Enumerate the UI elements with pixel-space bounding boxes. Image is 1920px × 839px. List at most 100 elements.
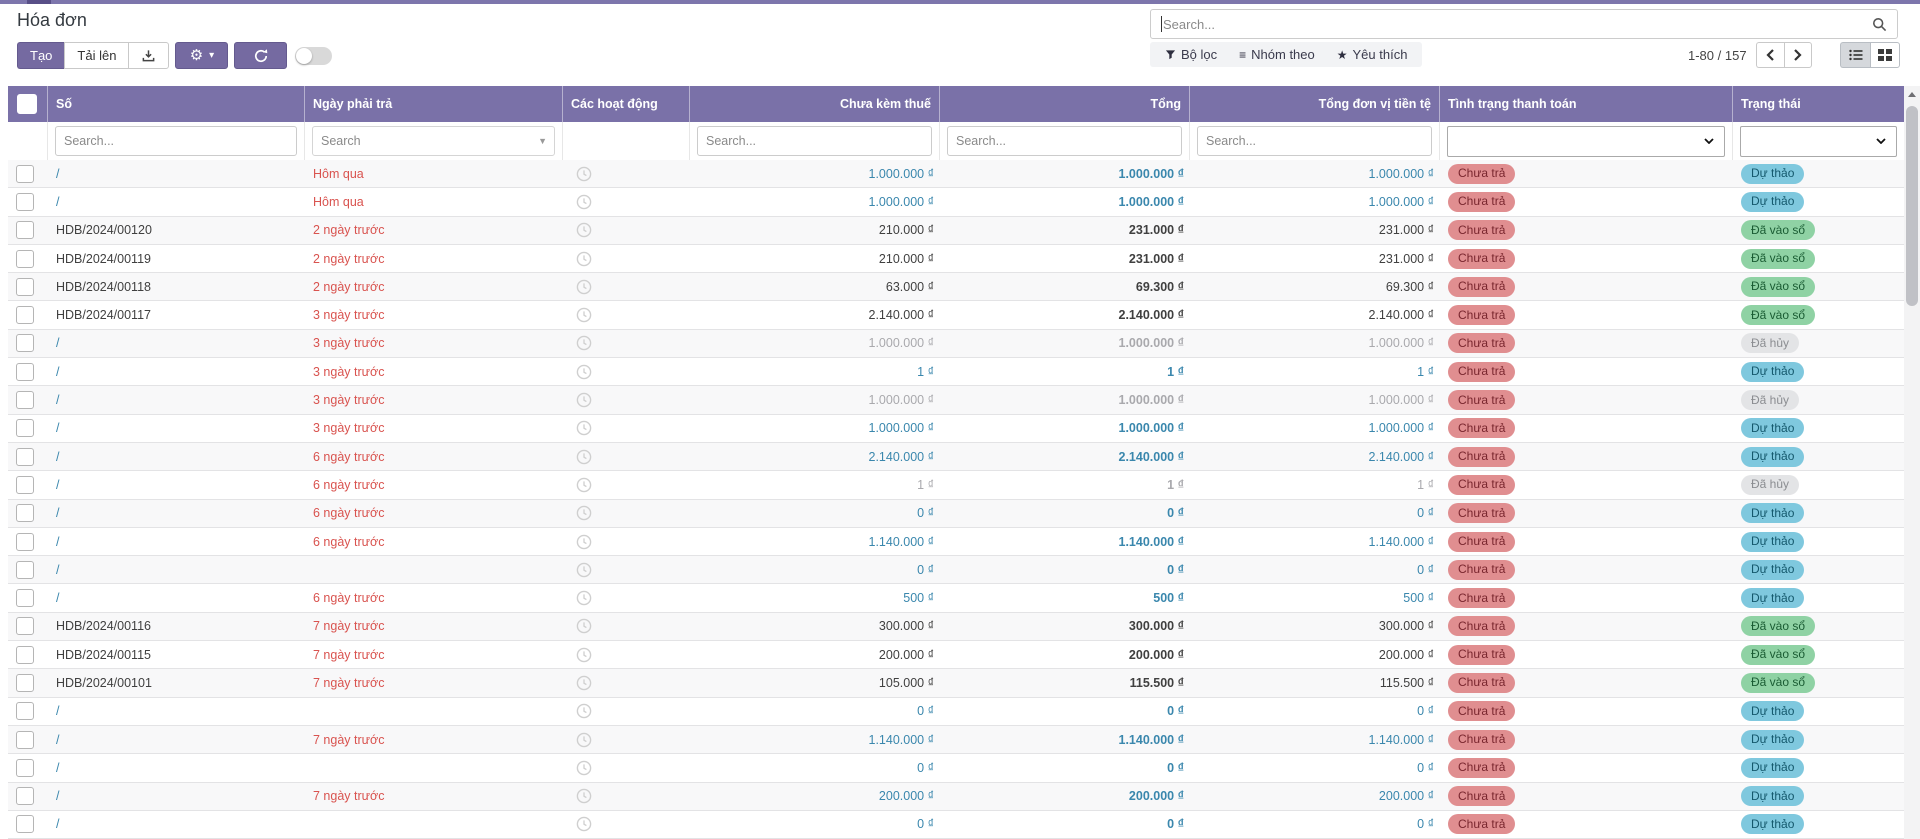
filters-button[interactable]: Bộ lọc bbox=[1154, 42, 1228, 67]
table-row[interactable]: / 0 ₫ 0 ₫ 0 ₫ Chưa trả Dự thảo bbox=[8, 811, 1904, 839]
row-checkbox[interactable] bbox=[16, 363, 34, 381]
activity-clock-icon[interactable] bbox=[576, 534, 592, 550]
activity-clock-icon[interactable] bbox=[576, 590, 592, 606]
row-checkbox[interactable] bbox=[16, 306, 34, 324]
col-header-untaxed[interactable]: Chưa kèm thuế bbox=[690, 86, 940, 122]
col-header-number[interactable]: Số bbox=[48, 86, 305, 122]
activity-clock-icon[interactable] bbox=[576, 194, 592, 210]
activity-clock-icon[interactable] bbox=[576, 675, 592, 691]
table-row[interactable]: / 3 ngày trước 1.000.000 ₫ 1.000.000 ₫ 1… bbox=[8, 386, 1904, 414]
col-header-due-date[interactable]: Ngày phải trả bbox=[305, 86, 563, 122]
activity-clock-icon[interactable] bbox=[576, 703, 592, 719]
activity-clock-icon[interactable] bbox=[576, 505, 592, 521]
activity-clock-icon[interactable] bbox=[576, 279, 592, 295]
activity-clock-icon[interactable] bbox=[576, 166, 592, 182]
activity-clock-icon[interactable] bbox=[576, 732, 592, 748]
row-checkbox[interactable] bbox=[16, 278, 34, 296]
table-row[interactable]: / 3 ngày trước 1.000.000 ₫ 1.000.000 ₫ 1… bbox=[8, 330, 1904, 358]
table-row[interactable]: HDB/2024/00101 7 ngày trước 105.000 ₫ 11… bbox=[8, 669, 1904, 697]
activity-clock-icon[interactable] bbox=[576, 760, 592, 776]
row-checkbox[interactable] bbox=[16, 419, 34, 437]
settings-dropdown-button[interactable]: ⚙ ▾ bbox=[175, 42, 228, 69]
table-row[interactable]: HDB/2024/00116 7 ngày trước 300.000 ₫ 30… bbox=[8, 613, 1904, 641]
filter-total-currency-input[interactable] bbox=[1197, 126, 1432, 156]
row-checkbox[interactable] bbox=[16, 589, 34, 607]
table-row[interactable]: / 0 ₫ 0 ₫ 0 ₫ Chưa trả Dự thảo bbox=[8, 698, 1904, 726]
select-all-checkbox[interactable] bbox=[17, 94, 37, 114]
activity-clock-icon[interactable] bbox=[576, 222, 592, 238]
pager-next-button[interactable] bbox=[1784, 42, 1812, 68]
row-checkbox[interactable] bbox=[16, 334, 34, 352]
filter-due-date-combobox[interactable]: ▼ bbox=[312, 126, 555, 156]
filter-untaxed-input[interactable] bbox=[697, 126, 932, 156]
row-checkbox[interactable] bbox=[16, 165, 34, 183]
activity-clock-icon[interactable] bbox=[576, 788, 592, 804]
row-checkbox[interactable] bbox=[16, 617, 34, 635]
activity-clock-icon[interactable] bbox=[576, 449, 592, 465]
table-row[interactable]: / 0 ₫ 0 ₫ 0 ₫ Chưa trả Dự thảo bbox=[8, 556, 1904, 584]
table-row[interactable]: / Hôm qua 1.000.000 ₫ 1.000.000 ₫ 1.000.… bbox=[8, 160, 1904, 188]
col-header-total-currency[interactable]: Tổng đơn vị tiền tệ bbox=[1190, 86, 1440, 122]
activity-clock-icon[interactable] bbox=[576, 816, 592, 832]
col-header-activities[interactable]: Các hoạt động bbox=[563, 86, 690, 122]
table-row[interactable]: HDB/2024/00119 2 ngày trước 210.000 ₫ 23… bbox=[8, 245, 1904, 273]
row-checkbox[interactable] bbox=[16, 391, 34, 409]
table-row[interactable]: / 6 ngày trước 1 ₫ 1 ₫ 1 ₫ Chưa trả Đã h… bbox=[8, 471, 1904, 499]
filter-payment-status-select[interactable] bbox=[1447, 126, 1725, 157]
table-row[interactable]: / 7 ngày trước 200.000 ₫ 200.000 ₫ 200.0… bbox=[8, 783, 1904, 811]
activity-clock-icon[interactable] bbox=[576, 618, 592, 634]
row-checkbox[interactable] bbox=[16, 476, 34, 494]
table-row[interactable]: / 3 ngày trước 1.000.000 ₫ 1.000.000 ₫ 1… bbox=[8, 415, 1904, 443]
table-row[interactable]: / 0 ₫ 0 ₫ 0 ₫ Chưa trả Dự thảo bbox=[8, 754, 1904, 782]
auto-refresh-toggle[interactable] bbox=[295, 47, 332, 65]
group-by-button[interactable]: ≡ Nhóm theo bbox=[1228, 42, 1326, 67]
table-row[interactable]: / 6 ngày trước 2.140.000 ₫ 2.140.000 ₫ 2… bbox=[8, 443, 1904, 471]
row-checkbox[interactable] bbox=[16, 646, 34, 664]
pager-previous-button[interactable] bbox=[1756, 42, 1784, 68]
search-icon[interactable] bbox=[1872, 17, 1887, 32]
activity-clock-icon[interactable] bbox=[576, 477, 592, 493]
col-header-state[interactable]: Trạng thái bbox=[1733, 86, 1904, 122]
row-checkbox[interactable] bbox=[16, 815, 34, 833]
table-row[interactable]: / 6 ngày trước 1.140.000 ₫ 1.140.000 ₫ 1… bbox=[8, 528, 1904, 556]
col-header-total[interactable]: Tổng bbox=[940, 86, 1190, 122]
row-checkbox[interactable] bbox=[16, 787, 34, 805]
row-checkbox[interactable] bbox=[16, 759, 34, 777]
list-view-button[interactable] bbox=[1840, 42, 1870, 68]
row-checkbox[interactable] bbox=[16, 561, 34, 579]
activity-clock-icon[interactable] bbox=[576, 251, 592, 267]
table-row[interactable]: / 7 ngày trước 1.140.000 ₫ 1.140.000 ₫ 1… bbox=[8, 726, 1904, 754]
filter-total-input[interactable] bbox=[947, 126, 1182, 156]
favorites-button[interactable]: ★ Yêu thích bbox=[1326, 42, 1419, 67]
row-checkbox[interactable] bbox=[16, 448, 34, 466]
activity-clock-icon[interactable] bbox=[576, 562, 592, 578]
scrollbar-up-arrow-icon[interactable] bbox=[1908, 92, 1916, 97]
table-row[interactable]: HDB/2024/00115 7 ngày trước 200.000 ₫ 20… bbox=[8, 641, 1904, 669]
table-row[interactable]: HDB/2024/00118 2 ngày trước 63.000 ₫ 69.… bbox=[8, 273, 1904, 301]
table-row[interactable]: / 6 ngày trước 0 ₫ 0 ₫ 0 ₫ Chưa trả Dự t… bbox=[8, 500, 1904, 528]
activity-clock-icon[interactable] bbox=[576, 392, 592, 408]
row-checkbox[interactable] bbox=[16, 250, 34, 268]
row-checkbox[interactable] bbox=[16, 193, 34, 211]
refresh-button[interactable] bbox=[234, 42, 287, 69]
activity-clock-icon[interactable] bbox=[576, 335, 592, 351]
table-row[interactable]: HDB/2024/00117 3 ngày trước 2.140.000 ₫ … bbox=[8, 301, 1904, 329]
row-checkbox[interactable] bbox=[16, 504, 34, 522]
scrollbar-thumb[interactable] bbox=[1906, 106, 1918, 306]
filter-state-select[interactable] bbox=[1740, 126, 1897, 157]
global-search-input[interactable]: Search... bbox=[1150, 9, 1898, 39]
kanban-view-button[interactable] bbox=[1870, 42, 1900, 68]
row-checkbox[interactable] bbox=[16, 221, 34, 239]
filter-due-date-input[interactable] bbox=[312, 126, 555, 156]
table-row[interactable]: HDB/2024/00120 2 ngày trước 210.000 ₫ 23… bbox=[8, 217, 1904, 245]
row-checkbox[interactable] bbox=[16, 702, 34, 720]
vertical-scrollbar[interactable] bbox=[1904, 86, 1920, 839]
upload-button[interactable]: Tải lên bbox=[64, 42, 128, 69]
activity-clock-icon[interactable] bbox=[576, 420, 592, 436]
col-header-payment-status[interactable]: Tình trạng thanh toán bbox=[1440, 86, 1733, 122]
download-button[interactable] bbox=[128, 42, 169, 69]
row-checkbox[interactable] bbox=[16, 674, 34, 692]
activity-clock-icon[interactable] bbox=[576, 364, 592, 380]
activity-clock-icon[interactable] bbox=[576, 647, 592, 663]
filter-number-input[interactable] bbox=[55, 126, 297, 156]
